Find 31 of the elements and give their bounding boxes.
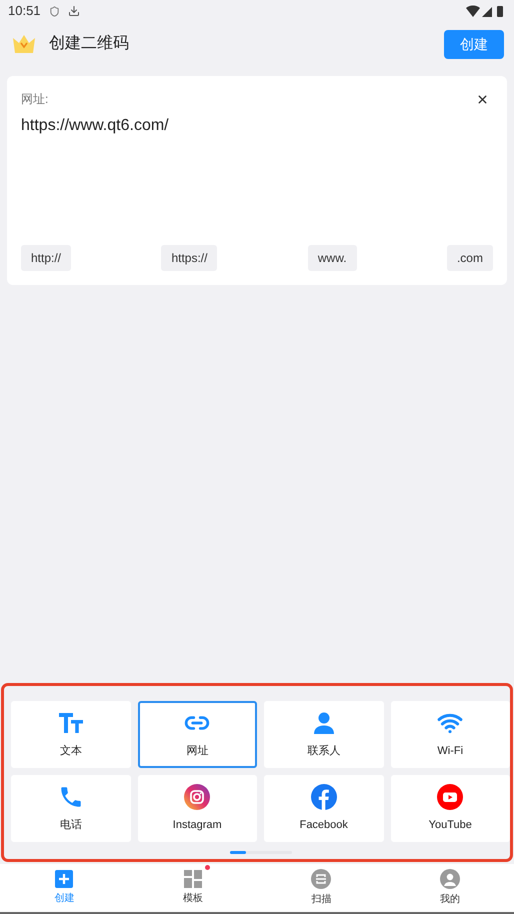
youtube-icon [437, 784, 464, 810]
page-title: 创建二维码 [49, 34, 129, 54]
url-input-field[interactable]: https://www.qt6.com/ [21, 114, 493, 138]
type-tile[interactable]: Instagram [138, 775, 257, 842]
type-tile[interactable]: Wi-Fi [390, 701, 510, 768]
signal-status-icons [466, 4, 506, 18]
nav-tab[interactable]: 模板 [128, 864, 257, 912]
type-tile[interactable]: 联系人 [264, 701, 384, 768]
person-icon [440, 869, 460, 889]
download-icon [68, 5, 80, 17]
nav-tab[interactable]: 我的 [386, 864, 514, 912]
field-label: 网址: [21, 91, 48, 108]
add-icon [55, 870, 74, 888]
prefix-chip[interactable]: www. [308, 245, 357, 271]
clear-icon[interactable] [476, 92, 489, 106]
grid-icon [184, 870, 202, 888]
type-tile[interactable]: YouTube [390, 775, 510, 842]
type-tile[interactable]: 网址 [138, 701, 257, 768]
prefix-chip[interactable]: http:// [21, 245, 72, 271]
crown-icon [12, 34, 36, 54]
prefix-chip[interactable]: https:// [161, 245, 218, 271]
type-tile[interactable]: Facebook [264, 775, 384, 842]
prefix-chip[interactable]: .com [446, 245, 493, 271]
instagram-icon [184, 784, 210, 810]
facebook-icon [310, 784, 337, 810]
type-tile[interactable]: 文本 [11, 701, 130, 768]
shield-icon [48, 6, 60, 16]
clock: 10:51 [8, 2, 41, 20]
scan-icon [311, 869, 332, 889]
nav-tab[interactable]: 扫描 [257, 864, 386, 912]
type-tile[interactable]: 电话 [11, 775, 130, 842]
